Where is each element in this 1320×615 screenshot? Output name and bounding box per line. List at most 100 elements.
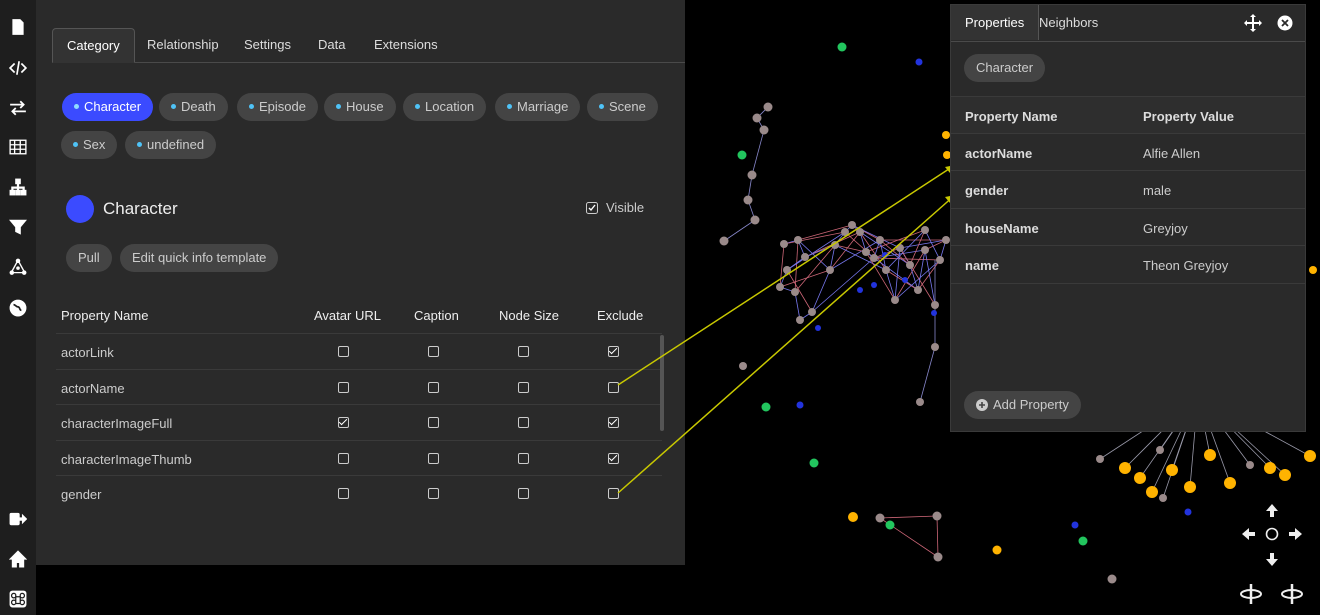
graph-node[interactable] [931, 310, 937, 316]
exclude-checkbox[interactable] [608, 381, 619, 393]
graph-node[interactable] [857, 287, 863, 293]
graph-node[interactable] [942, 131, 950, 139]
graph-node[interactable] [752, 113, 762, 123]
graph-node[interactable] [815, 325, 821, 331]
graph-node[interactable] [1204, 449, 1216, 461]
graph-node[interactable] [932, 511, 942, 521]
graph-node[interactable] [1159, 494, 1167, 502]
home-icon[interactable] [6, 547, 30, 571]
graph-node[interactable] [1119, 462, 1131, 474]
table-icon[interactable] [6, 135, 30, 159]
scrollbar[interactable] [660, 335, 664, 431]
graph-node[interactable] [1134, 472, 1146, 484]
avatar-checkbox[interactable] [338, 346, 349, 357]
size-checkbox[interactable] [518, 381, 529, 393]
chip-marriage[interactable]: Marriage [495, 93, 581, 121]
graph-node[interactable] [896, 244, 904, 252]
graph-node[interactable] [739, 362, 747, 370]
graph-node[interactable] [916, 398, 924, 406]
graph-node[interactable] [936, 256, 944, 264]
caption-checkbox[interactable] [428, 488, 439, 499]
graph-node[interactable] [871, 282, 877, 288]
pan-controls[interactable] [1238, 500, 1306, 570]
exclude-checkbox[interactable] [608, 452, 619, 464]
tab-data[interactable]: Data [304, 28, 359, 61]
graph-node[interactable] [759, 125, 769, 135]
chip-character[interactable]: Character [62, 93, 154, 121]
graph-node[interactable] [1146, 486, 1158, 498]
chip-death[interactable]: Death [159, 93, 228, 121]
graph-node[interactable] [862, 248, 870, 256]
tab-relationship[interactable]: Relationship [133, 28, 233, 61]
hierarchy-icon[interactable] [6, 175, 30, 199]
graph-node[interactable] [841, 228, 849, 236]
graph-node[interactable] [796, 401, 804, 409]
category-color-swatch[interactable] [66, 195, 94, 223]
graph-node[interactable] [808, 308, 816, 316]
tab-category[interactable]: Category [52, 28, 135, 63]
visible-toggle[interactable]: Visible [586, 200, 644, 215]
caption-checkbox[interactable] [428, 346, 439, 357]
graph-node[interactable] [856, 228, 864, 236]
graph-node[interactable] [737, 150, 747, 160]
graph-node[interactable] [826, 266, 834, 274]
code-icon[interactable] [6, 56, 30, 80]
edit-quick-info-button[interactable]: Edit quick info template [120, 244, 279, 272]
graph-node[interactable] [1246, 461, 1254, 469]
size-checkbox[interactable] [518, 488, 529, 499]
rotate-right-icon[interactable] [1279, 582, 1305, 606]
pull-button[interactable]: Pull [66, 244, 112, 272]
graph-node[interactable] [780, 240, 788, 248]
graph-node[interactable] [882, 252, 888, 258]
graph-node[interactable] [921, 246, 929, 254]
graph-node[interactable] [801, 253, 809, 261]
tab-extensions[interactable]: Extensions [360, 28, 452, 61]
graph-node[interactable] [794, 236, 802, 244]
graph-node[interactable] [942, 236, 950, 244]
graph-node[interactable] [837, 42, 847, 52]
graph-node[interactable] [791, 288, 799, 296]
network-icon[interactable] [6, 255, 30, 279]
graph-node[interactable] [914, 286, 922, 294]
graph-node[interactable] [876, 236, 884, 244]
chip-episode[interactable]: Episode [237, 93, 318, 121]
chip-house[interactable]: House [324, 93, 396, 121]
command-icon[interactable] [6, 587, 30, 611]
graph-node[interactable] [848, 512, 858, 522]
category-chip[interactable]: Character [964, 54, 1046, 82]
tab-neighbors[interactable]: Neighbors [1025, 5, 1112, 40]
graph-node[interactable] [915, 58, 923, 66]
graph-node[interactable] [1184, 508, 1192, 516]
graph-node[interactable] [719, 236, 729, 246]
avatar-checkbox[interactable] [338, 381, 349, 393]
graph-node[interactable] [809, 458, 819, 468]
graph-node[interactable] [931, 343, 939, 351]
size-checkbox[interactable] [518, 417, 529, 428]
graph-node[interactable] [891, 296, 899, 304]
graph-node[interactable] [750, 215, 760, 225]
caption-checkbox[interactable] [428, 381, 439, 393]
graph-node[interactable] [875, 513, 885, 523]
filter-icon[interactable] [6, 215, 30, 239]
graph-node[interactable] [763, 102, 773, 112]
graph-node[interactable] [931, 301, 939, 309]
logout-icon[interactable] [6, 507, 30, 531]
graph-node[interactable] [796, 316, 804, 324]
graph-node[interactable] [831, 241, 839, 249]
avatar-checkbox[interactable] [338, 417, 349, 428]
chip-sex[interactable]: Sex [61, 131, 118, 159]
exclude-checkbox[interactable] [608, 346, 619, 357]
graph-node[interactable] [882, 266, 890, 274]
graph-node[interactable] [921, 226, 929, 234]
graph-node[interactable] [848, 221, 856, 229]
caption-checkbox[interactable] [428, 417, 439, 428]
graph-node[interactable] [743, 195, 753, 205]
graph-node[interactable] [870, 254, 878, 262]
avatar-checkbox[interactable] [338, 488, 349, 499]
graph-node[interactable] [1078, 536, 1088, 546]
graph-node[interactable] [933, 552, 943, 562]
property-value[interactable]: Greyjoy [1143, 221, 1188, 236]
graph-node[interactable] [1184, 481, 1196, 493]
chip-location[interactable]: Location [403, 93, 487, 121]
property-value[interactable]: male [1143, 183, 1171, 198]
